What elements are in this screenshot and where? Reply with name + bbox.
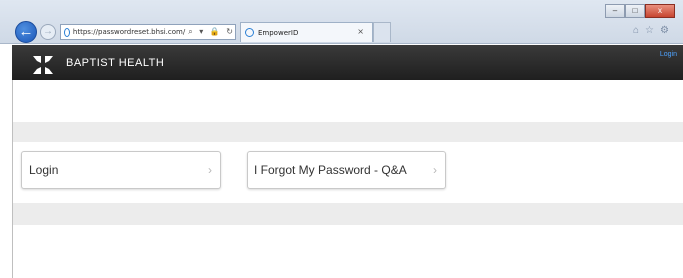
address-bar[interactable]: https://passwordreset.bhsi.com/ ⌕ ▾ 🔒 ↻ bbox=[60, 24, 236, 40]
tab-close-icon[interactable]: × bbox=[357, 27, 364, 36]
baptist-health-logo-icon bbox=[33, 56, 53, 74]
forward-arrow-icon[interactable]: → bbox=[40, 24, 56, 40]
maximize-button[interactable]: □ bbox=[625, 4, 645, 18]
login-button-label: Login bbox=[29, 163, 59, 177]
address-actions-icons[interactable]: ⌕ ▾ 🔒 ↻ bbox=[188, 27, 235, 37]
ie-tab-icon bbox=[245, 28, 254, 37]
home-favorites-settings-icons[interactable]: ⌂☆⚙ bbox=[633, 25, 675, 36]
content-band-top bbox=[13, 122, 683, 142]
browser-chrome: ← → https://passwordreset.bhsi.com/ ⌕ ▾ … bbox=[0, 0, 683, 44]
page-left-border bbox=[12, 80, 13, 278]
chevron-right-icon: › bbox=[433, 163, 437, 177]
new-tab-button[interactable] bbox=[373, 22, 391, 42]
forgot-password-button[interactable]: I Forgot My Password - Q&A › bbox=[247, 151, 446, 189]
content-band-bottom bbox=[13, 203, 683, 225]
login-link[interactable]: Login bbox=[660, 51, 677, 58]
ie-icon bbox=[64, 27, 70, 37]
address-url[interactable]: https://passwordreset.bhsi.com/ bbox=[73, 28, 185, 36]
window-controls: – □ x bbox=[605, 4, 675, 18]
browser-tab[interactable]: EmpowerID × bbox=[240, 22, 373, 42]
tab-title: EmpowerID bbox=[258, 28, 299, 37]
forgot-password-button-label: I Forgot My Password - Q&A bbox=[254, 163, 407, 177]
login-button[interactable]: Login › bbox=[21, 151, 221, 189]
minimize-button[interactable]: – bbox=[605, 4, 625, 18]
chevron-right-icon: › bbox=[208, 163, 212, 177]
brand-name: BAPTIST HEALTH bbox=[66, 57, 165, 69]
close-window-button[interactable]: x bbox=[645, 4, 675, 18]
app-header: BAPTIST HEALTH Login bbox=[12, 45, 683, 80]
back-arrow-icon[interactable]: ← bbox=[15, 21, 37, 43]
